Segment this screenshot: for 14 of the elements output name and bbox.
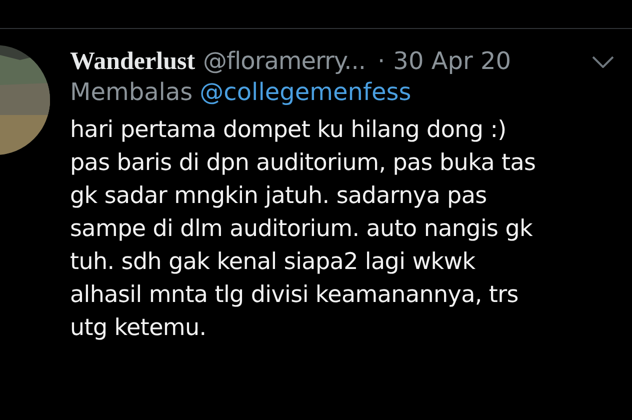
separator: · [378,47,386,75]
reply-label: Membalas [70,78,193,106]
tweet-text-line: pas baris di dpn auditorium, pas buka tas [70,149,537,178]
tweet-text-line: utg ketemu. [70,314,208,343]
tweet-text-line: sampe di dlm auditorium. auto nangis gk [70,215,534,244]
user-handle[interactable]: @floramerry... [203,47,366,75]
tweet-text-line: gk sadar mngkin jatuh. sadarnya pas [70,182,488,211]
display-name[interactable]: Wanderlust [70,48,196,76]
tweet-text-line: hari pertama dompet ku hilang dong :) [70,116,508,145]
chevron-down-icon[interactable] [592,56,614,68]
mention-link[interactable]: @collegemenfess [200,78,412,106]
tweet-date[interactable]: 30 Apr 20 [393,47,512,75]
tweet-text-line: tuh. sdh gak kenal siapa2 lagi wkwk [70,248,476,277]
tweet-text-line: alhasil mnta tlg divisi keamanannya, trs [70,281,520,310]
